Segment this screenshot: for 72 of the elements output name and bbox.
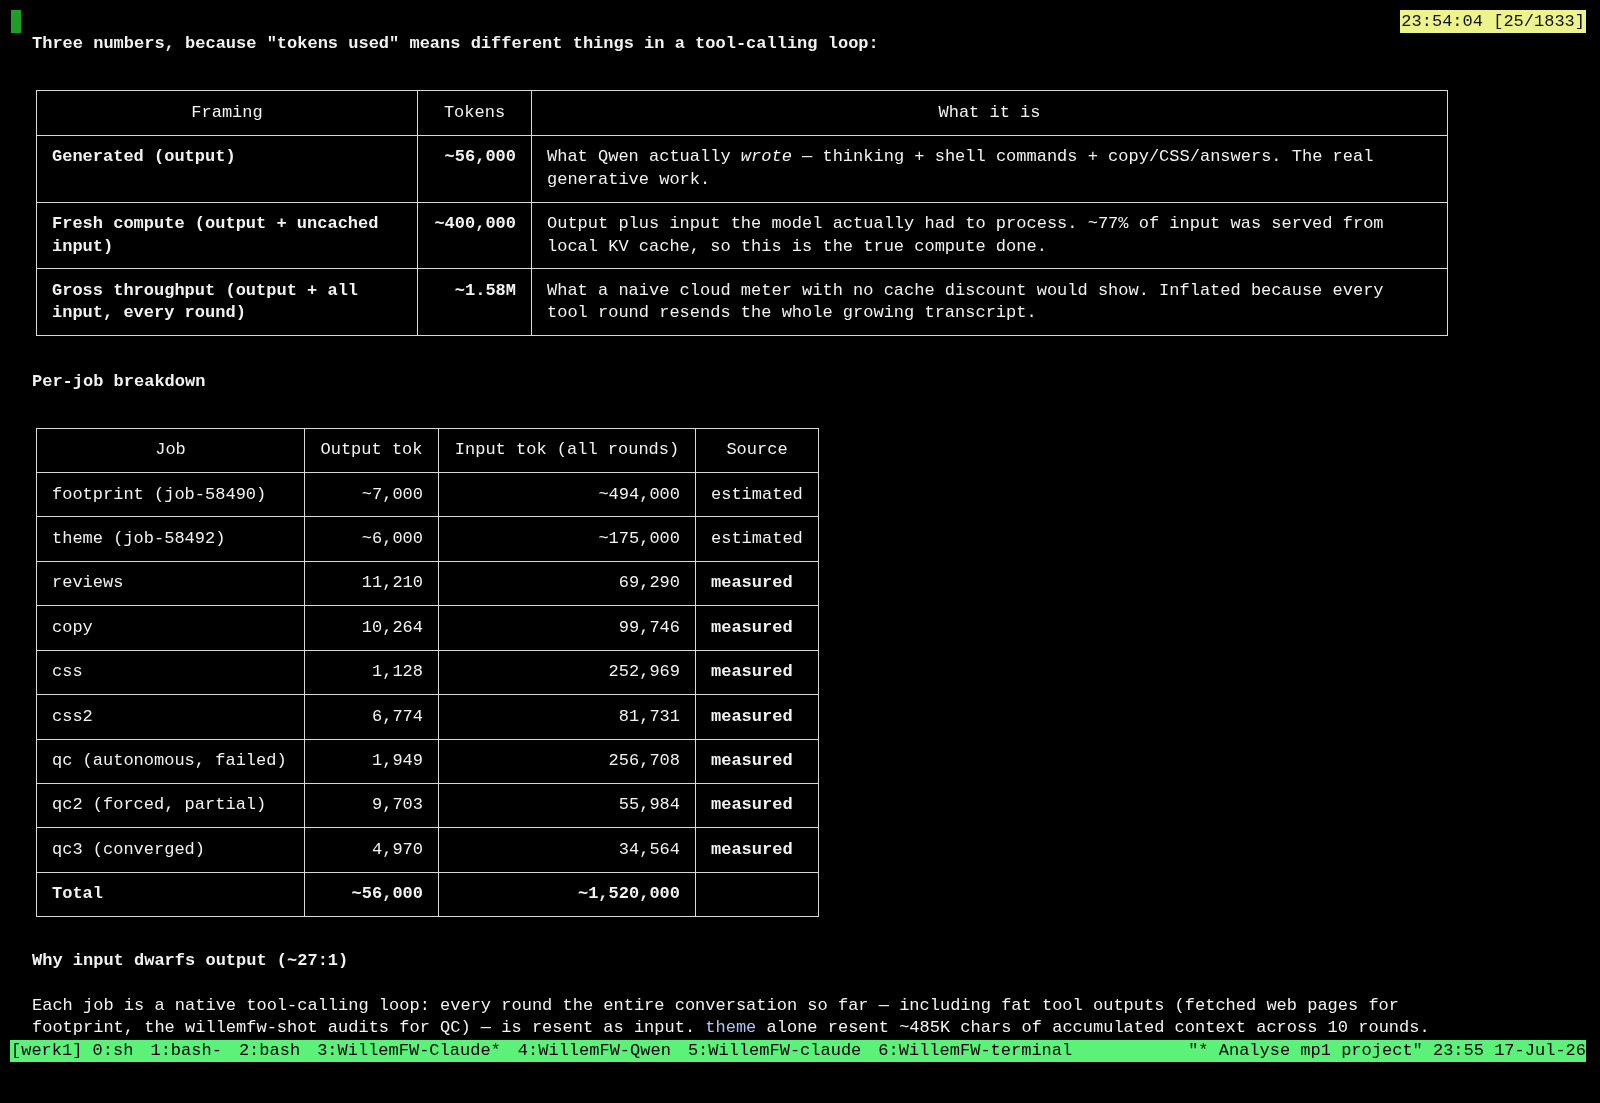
column-header: Source bbox=[695, 428, 819, 473]
table-cell: 69,290 bbox=[438, 561, 696, 606]
session-label: [werk1] bbox=[11, 1039, 83, 1062]
window-tab[interactable]: 1:bash- bbox=[150, 1039, 222, 1062]
date-label: 17-Jul-26 bbox=[1494, 1039, 1586, 1062]
column-header: Framing bbox=[36, 90, 418, 136]
window-title: "* Analyse mp1 project" bbox=[1188, 1039, 1423, 1062]
table-cell: Output plus input the model actually had to process. ~77% of input was served from local KV cache, so this is the true compute done. bbox=[531, 202, 1448, 269]
table-cell: qc3 (converged) bbox=[36, 827, 305, 873]
table-cell: footprint (job-58490) bbox=[36, 472, 305, 517]
table-cell: ~56,000 bbox=[304, 872, 439, 917]
table-cell: 10,264 bbox=[304, 605, 439, 651]
table-cell: 55,984 bbox=[438, 783, 696, 828]
table-cell: ~6,000 bbox=[304, 516, 439, 562]
table-cell: measured bbox=[695, 739, 819, 784]
table-cell: Gross throughput (output + all input, every round) bbox=[36, 268, 418, 336]
column-header: Job bbox=[36, 428, 305, 473]
table-cell: 6,774 bbox=[304, 694, 439, 739]
column-header: Output tok bbox=[304, 428, 439, 473]
table-cell: What a naive cloud meter with no cache discount would show. Inflated because every tool round resends the whole growing transcript. bbox=[531, 268, 1448, 336]
section-heading: Why input dwarfs output (~27:1) bbox=[32, 950, 349, 973]
table-cell: measured bbox=[695, 650, 819, 695]
window-tab[interactable]: 6:WillemFW-terminal bbox=[878, 1039, 1073, 1062]
window-tab[interactable]: 5:WillemFW-claude bbox=[687, 1039, 862, 1062]
table-cell: 252,969 bbox=[438, 650, 696, 695]
table-cell: 4,970 bbox=[304, 827, 439, 873]
table-cell: reviews bbox=[36, 561, 305, 606]
table-cell: estimated bbox=[695, 516, 819, 562]
column-header: Input tok (all rounds) bbox=[438, 428, 696, 473]
table-cell: 256,708 bbox=[438, 739, 696, 784]
table-cell: ~1,520,000 bbox=[438, 872, 696, 917]
table-cell: Generated (output) bbox=[36, 135, 418, 203]
table-cell: measured bbox=[695, 605, 819, 651]
intro-heading: Three numbers, because "tokens used" means different things in a tool-calling loop: bbox=[32, 33, 879, 55]
table-cell: theme (job-58492) bbox=[36, 516, 305, 562]
table-cell: css bbox=[36, 650, 305, 695]
table-cell: measured bbox=[695, 827, 819, 873]
column-header: Tokens bbox=[417, 90, 532, 136]
table-cell: 9,703 bbox=[304, 783, 439, 828]
table-cell: ~175,000 bbox=[438, 516, 696, 562]
cursor-icon bbox=[11, 10, 21, 33]
table-cell: measured bbox=[695, 694, 819, 739]
window-tab[interactable]: 3:WillemFW-Claude* bbox=[317, 1039, 501, 1062]
table-cell: Fresh compute (output + uncached input) bbox=[36, 202, 418, 269]
table-cell: measured bbox=[695, 561, 819, 606]
table-cell: 1,128 bbox=[304, 650, 439, 695]
table-cell: ~494,000 bbox=[438, 472, 696, 517]
paragraph-text: Each job is a native tool-calling loop: every round the entire conversation so far — including fat tool outputs (fetched web pages for footprint, the willemfw-shot audits for QC) — is resent as input. theme alone resent ~485K chars of accumulated context across 10 rounds. bbox=[32, 994, 1431, 1040]
table-cell: measured bbox=[695, 783, 819, 828]
time-label: 23:55 bbox=[1432, 1039, 1484, 1062]
table-cell: 1,949 bbox=[304, 739, 439, 784]
table-cell: copy bbox=[36, 605, 305, 651]
timestamp-label: 23:54:04 [25/1833] bbox=[1400, 10, 1586, 33]
table-cell: qc2 (forced, partial) bbox=[36, 783, 305, 828]
table-cell: 11,210 bbox=[304, 561, 439, 606]
table-cell: estimated bbox=[695, 472, 819, 517]
section-heading: Per-job breakdown bbox=[32, 371, 206, 394]
window-tab[interactable]: 0:sh bbox=[92, 1039, 134, 1062]
table-cell: ~400,000 bbox=[417, 202, 532, 269]
table-cell: 99,746 bbox=[438, 605, 696, 651]
table-cell: ~7,000 bbox=[304, 472, 439, 517]
table-cell: css2 bbox=[36, 694, 305, 739]
table-cell: qc (autonomous, failed) bbox=[36, 739, 305, 784]
table-cell: ~56,000 bbox=[417, 135, 532, 203]
table-cell: What Qwen actually wrote — thinking + shell commands + copy/CSS/answers. The real generative work. bbox=[531, 135, 1448, 203]
window-tab[interactable]: 4:WillemFW-Qwen bbox=[517, 1039, 671, 1062]
table-cell: Total bbox=[36, 872, 305, 917]
table-cell: ~1.58M bbox=[417, 268, 532, 336]
table-cell: 34,564 bbox=[438, 827, 696, 873]
table-cell: 81,731 bbox=[438, 694, 696, 739]
window-tab[interactable]: 2:bash bbox=[238, 1039, 301, 1062]
column-header: What it is bbox=[531, 90, 1448, 136]
